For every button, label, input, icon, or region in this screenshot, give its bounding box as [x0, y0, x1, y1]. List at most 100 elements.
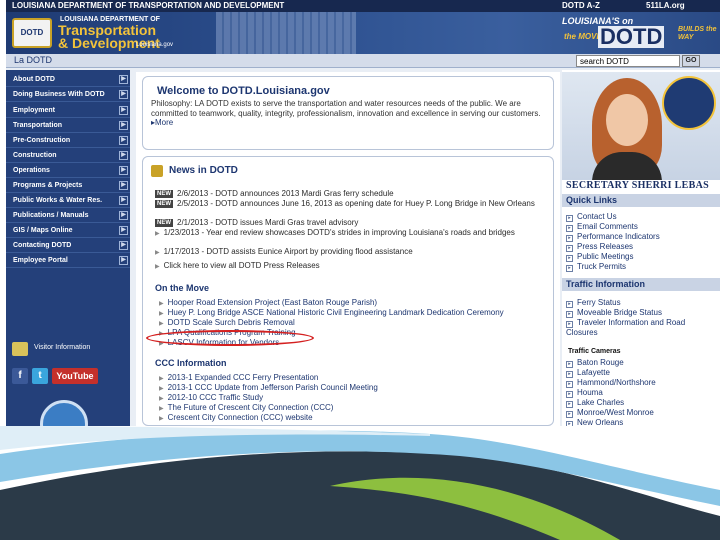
chevron-right-icon: ▶: [119, 106, 128, 115]
camera-link-label: New Orleans: [577, 418, 624, 426]
camera-link[interactable]: ▸ Hammond/Northshore: [566, 378, 718, 388]
quick-link-label: Email Comments: [577, 222, 638, 231]
nav-item-label: Public Works & Water Res.: [13, 197, 103, 204]
camera-link[interactable]: ▸ Lake Charles: [566, 398, 718, 408]
traffic-link-item[interactable]: ▸ Traveler Information and Road Closures: [566, 318, 696, 337]
news-title: News in DOTD: [169, 165, 238, 176]
search-go-button[interactable]: GO: [682, 55, 700, 67]
link-square-icon: ▸: [566, 391, 573, 398]
social-links: f t YouTube: [12, 368, 128, 386]
link-square-icon: ▸: [566, 401, 573, 408]
chevron-right-icon: ▶: [119, 90, 128, 99]
secretary-photo: [562, 72, 720, 180]
nav-item-gis[interactable]: GIS / Maps Online ▶: [6, 223, 130, 238]
nav-item-contacting[interactable]: Contacting DOTD ▶: [6, 238, 130, 253]
bullet-icon: ▶: [155, 250, 160, 256]
red-highlight-oval: [146, 330, 314, 346]
news-item[interactable]: NEW 2/5/2013 - DOTD announces June 16, 20…: [155, 199, 547, 208]
more-link[interactable]: ▸More: [151, 118, 173, 127]
dotd-logo-text: DOTD: [20, 28, 44, 37]
traffic-link-item[interactable]: ▸ Moveable Bridge Status: [566, 308, 718, 318]
chevron-right-icon: ▶: [119, 166, 128, 175]
az-link[interactable]: DOTD A-Z: [562, 0, 600, 12]
camera-link-label: Hammond/Northshore: [577, 378, 656, 387]
chevron-right-icon: ▶: [119, 121, 128, 130]
link-square-icon: ▸: [566, 411, 573, 418]
nav-item-programs[interactable]: Programs & Projects ▶: [6, 178, 130, 193]
bullet-icon: ▶: [155, 264, 160, 270]
nav-item-transportation[interactable]: Transportation ▶: [6, 118, 130, 133]
visitor-info-link[interactable]: Visitor Information: [10, 342, 126, 356]
nav-item-employment[interactable]: Employment ▶: [6, 103, 130, 118]
nav-item-employee-portal[interactable]: Employee Portal ▶: [6, 253, 130, 268]
traffic-link-item[interactable]: ▸ Ferry Status: [566, 298, 718, 308]
traffic-link-label: Ferry Status: [577, 298, 621, 307]
link-square-icon: ▸: [566, 311, 573, 318]
dotd-logo[interactable]: DOTD: [12, 18, 52, 48]
bullet-icon: ▶: [159, 416, 164, 422]
quick-link-item[interactable]: ▸ Truck Permits: [566, 262, 718, 272]
slide-wave-decoration: [0, 426, 720, 540]
nav-item-construction[interactable]: Construction ▶: [6, 148, 130, 163]
on-the-move-stamp-icon: [662, 76, 716, 130]
news-item[interactable]: ▶ 1/17/2013 - DOTD assists Eunice Airport…: [155, 247, 547, 258]
ccc-item-text: Crescent City Connection (CCC) website: [167, 413, 313, 422]
breadcrumb-home[interactable]: La DOTD: [14, 55, 52, 65]
new-badge: NEW: [155, 200, 173, 208]
quick-link-label: Contact Us: [577, 212, 617, 221]
quick-links-header: Quick Links: [562, 194, 720, 207]
quick-link-label: Public Meetings: [577, 252, 634, 261]
breadcrumb: La DOTD GO: [6, 54, 720, 68]
bullet-icon: ▶: [159, 396, 164, 402]
quick-link-item[interactable]: ▸ Press Releases: [566, 242, 718, 252]
secretary-name[interactable]: SECRETARY SHERRI LEBAS: [566, 180, 709, 191]
new-badge: NEW: [155, 219, 173, 227]
camera-link[interactable]: ▸ Houma: [566, 388, 718, 398]
chevron-right-icon: ▶: [119, 136, 128, 145]
twitter-icon[interactable]: t: [32, 368, 48, 384]
traffic-link-label: Moveable Bridge Status: [577, 308, 662, 317]
chevron-right-icon: ▶: [119, 211, 128, 220]
511-link[interactable]: 511LA.org: [646, 0, 685, 12]
ccc-item[interactable]: ▶ Crescent City Connection (CCC) website: [159, 413, 549, 424]
news-item[interactable]: ▶ 1/23/2013 - Year end review showcases D…: [155, 228, 547, 239]
link-square-icon: ▸: [566, 245, 573, 252]
on-the-move-title: On the Move: [155, 283, 210, 293]
nav-item-operations[interactable]: Operations ▶: [6, 163, 130, 178]
search-input[interactable]: [576, 55, 680, 67]
facebook-icon[interactable]: f: [12, 368, 28, 384]
camera-link[interactable]: ▸ Lafayette: [566, 368, 718, 378]
quick-link-item[interactable]: ▸ Email Comments: [566, 222, 718, 232]
nav-item-publications[interactable]: Publications / Manuals ▶: [6, 208, 130, 223]
youtube-icon[interactable]: YouTube: [52, 368, 98, 384]
quick-link-item[interactable]: ▸ Public Meetings: [566, 252, 718, 262]
louisiana-gov-tag: Louisiana.gov: [136, 42, 174, 48]
header-banner: DOTD LOUISIANA DEPARTMENT OF Transportat…: [6, 12, 720, 54]
all-press-releases-link[interactable]: ▶ Click here to view all DOTD Press Relea…: [155, 261, 547, 272]
news-item[interactable]: NEW 2/1/2013 - DOTD issues Mardi Gras tra…: [155, 218, 547, 227]
nav-item-pre-construction[interactable]: Pre-Construction ▶: [6, 133, 130, 148]
nav-item-label: Transportation: [13, 122, 63, 129]
camera-link[interactable]: ▸ New Orleans: [566, 418, 718, 426]
camera-link-label: Baton Rouge: [577, 358, 624, 367]
nav-item-label: Employee Portal: [13, 257, 68, 264]
camera-link[interactable]: ▸ Monroe/West Monroe: [566, 408, 718, 418]
bullet-icon: ▶: [159, 376, 164, 382]
camera-link-label: Lafayette: [577, 368, 610, 377]
nav-item-label: About DOTD: [13, 76, 55, 83]
traffic-link-label: Traveler Information and Road Closures: [566, 318, 686, 337]
browser-page: LOUISIANA DEPARTMENT OF TRANSPORTATION A…: [6, 0, 720, 426]
link-square-icon: ▸: [566, 381, 573, 388]
bullet-icon: ▶: [155, 231, 160, 237]
nav-item-about[interactable]: About DOTD ▶: [6, 72, 130, 87]
news-item[interactable]: NEW 2/6/2013 - DOTD announces 2013 Mardi …: [155, 189, 547, 198]
link-square-icon: ▸: [566, 371, 573, 378]
nav-item-doing-business[interactable]: Doing Business With DOTD ▶: [6, 87, 130, 102]
quick-link-item[interactable]: ▸ Contact Us: [566, 212, 718, 222]
camera-link[interactable]: ▸ Baton Rouge: [566, 358, 718, 368]
chevron-right-icon: ▶: [119, 196, 128, 205]
nav-item-label: Construction: [13, 152, 57, 159]
traffic-cameras-title: Traffic Cameras: [568, 348, 621, 355]
nav-item-public-works[interactable]: Public Works & Water Res. ▶: [6, 193, 130, 208]
quick-link-item[interactable]: ▸ Performance Indicators: [566, 232, 718, 242]
